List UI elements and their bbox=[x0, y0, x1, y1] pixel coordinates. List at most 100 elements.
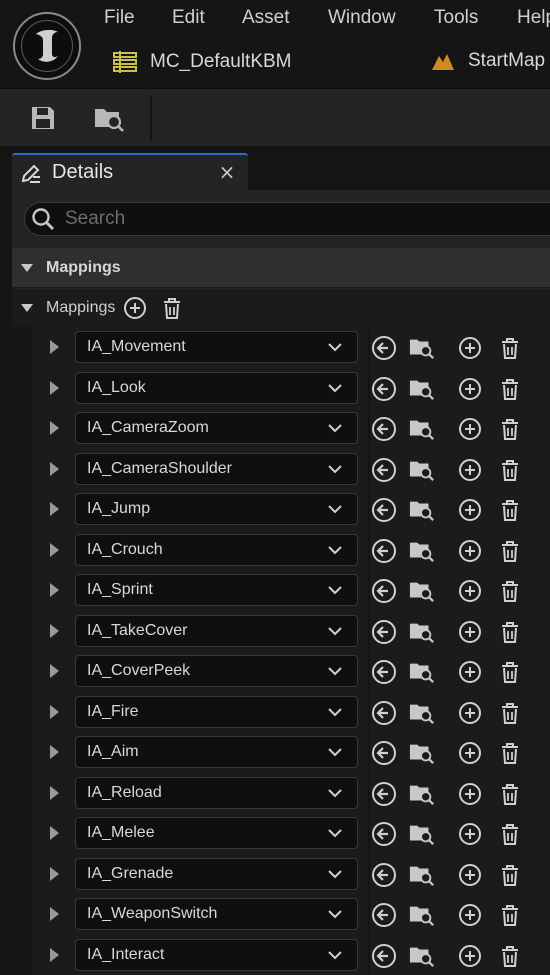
browse-to-asset-icon[interactable] bbox=[409, 457, 435, 483]
browse-to-asset-icon[interactable] bbox=[409, 619, 435, 645]
search-input[interactable]: Search bbox=[24, 202, 550, 236]
delete-icon[interactable] bbox=[497, 700, 523, 726]
expand-arrow-icon[interactable] bbox=[48, 542, 60, 558]
input-action-combo[interactable]: IA_WeaponSwitch bbox=[75, 898, 358, 930]
delete-icon[interactable] bbox=[497, 497, 523, 523]
add-icon[interactable] bbox=[457, 538, 483, 564]
add-icon[interactable] bbox=[457, 416, 483, 442]
expand-arrow-icon[interactable] bbox=[48, 582, 60, 598]
use-selected-asset-icon[interactable] bbox=[371, 781, 397, 807]
expand-arrow-icon[interactable] bbox=[48, 380, 60, 396]
browse-to-asset-icon[interactable] bbox=[409, 740, 435, 766]
browse-to-asset-icon[interactable] bbox=[409, 700, 435, 726]
use-selected-asset-icon[interactable] bbox=[371, 862, 397, 888]
use-selected-asset-icon[interactable] bbox=[371, 538, 397, 564]
tab-details[interactable]: Details × bbox=[12, 153, 248, 190]
browse-to-asset-icon[interactable] bbox=[409, 497, 435, 523]
add-icon[interactable] bbox=[457, 376, 483, 402]
use-selected-asset-icon[interactable] bbox=[371, 457, 397, 483]
menu-tools[interactable]: Tools bbox=[434, 7, 478, 29]
menu-file[interactable]: File bbox=[104, 7, 135, 29]
use-selected-asset-icon[interactable] bbox=[371, 376, 397, 402]
input-action-combo[interactable]: IA_Fire bbox=[75, 695, 358, 728]
input-action-combo[interactable]: IA_TakeCover bbox=[75, 614, 358, 647]
expand-arrow-icon[interactable] bbox=[48, 947, 60, 963]
browse-to-asset-icon[interactable] bbox=[409, 902, 435, 928]
browse-to-asset-button[interactable] bbox=[92, 101, 126, 135]
add-icon[interactable] bbox=[457, 862, 483, 888]
delete-icon[interactable] bbox=[497, 578, 523, 604]
delete-icon[interactable] bbox=[497, 619, 523, 645]
delete-icon[interactable] bbox=[497, 821, 523, 847]
use-selected-asset-icon[interactable] bbox=[371, 740, 397, 766]
menu-window[interactable]: Window bbox=[328, 7, 396, 29]
expand-arrow-icon[interactable] bbox=[48, 866, 60, 882]
input-action-combo[interactable]: IA_Reload bbox=[75, 776, 358, 809]
section-header-mappings[interactable]: Mappings bbox=[12, 248, 550, 288]
add-icon[interactable] bbox=[457, 740, 483, 766]
input-action-combo[interactable]: IA_Crouch bbox=[75, 533, 358, 566]
delete-icon[interactable] bbox=[497, 943, 523, 969]
expand-arrow-icon[interactable] bbox=[48, 420, 60, 436]
add-icon[interactable] bbox=[457, 578, 483, 604]
save-button[interactable] bbox=[26, 101, 60, 135]
input-action-combo[interactable]: IA_CameraShoulder bbox=[75, 452, 358, 485]
add-icon[interactable] bbox=[457, 497, 483, 523]
use-selected-asset-icon[interactable] bbox=[371, 619, 397, 645]
browse-to-asset-icon[interactable] bbox=[409, 376, 435, 402]
delete-all-icon[interactable] bbox=[161, 296, 183, 320]
add-icon[interactable] bbox=[457, 700, 483, 726]
browse-to-asset-icon[interactable] bbox=[409, 821, 435, 847]
use-selected-asset-icon[interactable] bbox=[371, 497, 397, 523]
browse-to-asset-icon[interactable] bbox=[409, 943, 435, 969]
add-icon[interactable] bbox=[457, 659, 483, 685]
use-selected-asset-icon[interactable] bbox=[371, 335, 397, 361]
use-selected-asset-icon[interactable] bbox=[371, 659, 397, 685]
add-element-icon[interactable] bbox=[123, 296, 147, 320]
delete-icon[interactable] bbox=[497, 740, 523, 766]
expand-arrow-icon[interactable] bbox=[48, 501, 60, 517]
browse-to-asset-icon[interactable] bbox=[409, 538, 435, 564]
menu-help[interactable]: Help bbox=[517, 7, 550, 29]
delete-icon[interactable] bbox=[497, 538, 523, 564]
browse-to-asset-icon[interactable] bbox=[409, 335, 435, 361]
browse-to-asset-icon[interactable] bbox=[409, 416, 435, 442]
menu-asset[interactable]: Asset bbox=[242, 7, 290, 29]
input-action-combo[interactable]: IA_Movement bbox=[75, 331, 358, 363]
use-selected-asset-icon[interactable] bbox=[371, 416, 397, 442]
delete-icon[interactable] bbox=[497, 862, 523, 888]
expand-arrow-icon[interactable] bbox=[48, 906, 60, 922]
delete-icon[interactable] bbox=[497, 659, 523, 685]
add-icon[interactable] bbox=[457, 821, 483, 847]
use-selected-asset-icon[interactable] bbox=[371, 821, 397, 847]
use-selected-asset-icon[interactable] bbox=[371, 902, 397, 928]
expand-arrow-icon[interactable] bbox=[48, 663, 60, 679]
browse-to-asset-icon[interactable] bbox=[409, 659, 435, 685]
browse-to-asset-icon[interactable] bbox=[409, 781, 435, 807]
input-action-combo[interactable]: IA_Grenade bbox=[75, 857, 358, 890]
delete-icon[interactable] bbox=[497, 416, 523, 442]
expand-arrow-icon[interactable] bbox=[48, 744, 60, 760]
browse-to-asset-icon[interactable] bbox=[409, 578, 435, 604]
use-selected-asset-icon[interactable] bbox=[371, 578, 397, 604]
expand-arrow-icon[interactable] bbox=[48, 339, 60, 355]
expand-arrow-icon[interactable] bbox=[48, 825, 60, 841]
add-icon[interactable] bbox=[457, 335, 483, 361]
expand-arrow-icon[interactable] bbox=[48, 704, 60, 720]
collapse-arrow-icon[interactable] bbox=[20, 303, 34, 313]
add-icon[interactable] bbox=[457, 781, 483, 807]
input-action-combo[interactable]: IA_CoverPeek bbox=[75, 655, 358, 687]
add-icon[interactable] bbox=[457, 902, 483, 928]
use-selected-asset-icon[interactable] bbox=[371, 943, 397, 969]
expand-arrow-icon[interactable] bbox=[48, 623, 60, 639]
add-icon[interactable] bbox=[457, 943, 483, 969]
menu-edit[interactable]: Edit bbox=[172, 7, 205, 29]
input-action-combo[interactable]: IA_Melee bbox=[75, 817, 358, 849]
add-icon[interactable] bbox=[457, 619, 483, 645]
close-icon[interactable]: × bbox=[217, 160, 237, 184]
delete-icon[interactable] bbox=[497, 781, 523, 807]
input-action-combo[interactable]: IA_Interact bbox=[75, 938, 358, 971]
asset-tab-mapping-context[interactable]: MC_DefaultKBM bbox=[112, 50, 292, 74]
expand-arrow-icon[interactable] bbox=[48, 461, 60, 477]
input-action-combo[interactable]: IA_CameraZoom bbox=[75, 412, 358, 444]
